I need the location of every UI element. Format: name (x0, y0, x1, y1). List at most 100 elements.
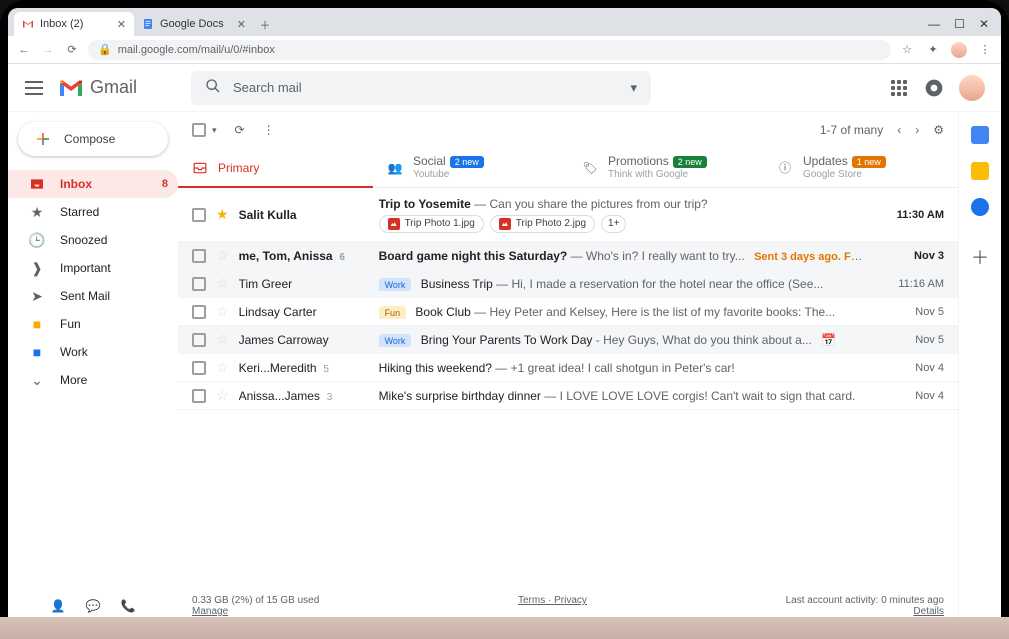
refresh-icon[interactable]: ⟳ (235, 123, 245, 137)
keep-addon-icon[interactable] (971, 162, 989, 180)
apps-grid-icon[interactable] (889, 78, 909, 98)
settings-gear-icon[interactable]: ⚙ (933, 123, 944, 137)
notifications-icon[interactable] (923, 77, 945, 99)
attachment-chip[interactable]: Trip Photo 1.jpg (379, 215, 484, 233)
details-link[interactable]: Details (913, 606, 944, 617)
maximize-icon[interactable]: ☐ (954, 17, 965, 31)
date: Nov 4 (878, 390, 944, 402)
star-bookmark-icon[interactable]: ☆ (899, 42, 915, 58)
next-page-icon[interactable]: › (915, 123, 919, 137)
mail-list: ★ Salit Kulla Trip to Yosemite — Can you… (178, 188, 958, 589)
row-checkbox[interactable] (192, 249, 206, 263)
sidebar-item-label: Sent Mail (60, 289, 110, 303)
reload-icon[interactable]: ⟳ (64, 42, 80, 58)
url-text: mail.google.com/mail/u/0/#inbox (118, 44, 275, 56)
star-icon[interactable]: ☆ (216, 247, 229, 264)
close-window-icon[interactable]: ✕ (979, 17, 989, 31)
sidebar-item-snoozed[interactable]: 🕒 Snoozed (8, 226, 178, 254)
sidebar-item-sent[interactable]: ➤ Sent Mail (8, 282, 178, 310)
profile-avatar-small[interactable] (951, 42, 967, 58)
chevron-down-icon[interactable]: ▾ (630, 80, 637, 96)
mail-row[interactable]: ☆ Anissa...James 3 Mike's surprise birth… (178, 382, 958, 410)
sidebar-item-inbox[interactable]: Inbox 8 (8, 170, 178, 198)
star-icon[interactable]: ☆ (216, 303, 229, 320)
sidebar-item-work[interactable]: ■ Work (8, 338, 178, 366)
tab-badge: 2 new (450, 156, 484, 168)
terms-link[interactable]: Terms (518, 595, 545, 606)
row-checkbox[interactable] (192, 277, 206, 291)
date: 11:30 AM (878, 209, 944, 221)
sidebar-item-starred[interactable]: ★ Starred (8, 198, 178, 226)
back-icon[interactable]: ← (16, 42, 32, 58)
gmail-logo[interactable]: Gmail (58, 77, 137, 98)
mail-row[interactable]: ☆ Keri...Meredith 5 Hiking this weekend?… (178, 354, 958, 382)
chevron-down-icon[interactable]: ▾ (212, 125, 217, 136)
storage-text: 0.33 GB (2%) of 15 GB used (192, 595, 319, 606)
browser-tab-inbox[interactable]: Inbox (2) ✕ (14, 12, 134, 36)
minimize-icon[interactable]: — (928, 17, 940, 31)
phone-icon[interactable]: 📞 (120, 599, 135, 613)
snippet: — Can you share the pictures from our tr… (471, 197, 708, 211)
star-icon[interactable]: ☆ (216, 387, 229, 404)
date: Nov 4 (878, 362, 944, 374)
mail-row[interactable]: ☆ James Carroway Work Bring Your Parents… (178, 326, 958, 354)
manage-storage-link[interactable]: Manage (192, 606, 228, 617)
browser-tab-docs[interactable]: Google Docs ✕ (134, 12, 254, 36)
mail-toolbar: ▾ ⟳ ⋮ 1-7 of many ‹ › ⚙ (178, 112, 958, 148)
hangouts-icon[interactable]: 💬 (86, 599, 101, 613)
row-checkbox[interactable] (192, 389, 206, 403)
more-actions-icon[interactable]: ⋮ (263, 123, 275, 137)
select-all-checkbox[interactable] (192, 123, 206, 137)
tab-social[interactable]: 👥 Social2 new Youtube (373, 148, 568, 187)
gmail-favicon (22, 18, 34, 30)
row-checkbox[interactable] (192, 305, 206, 319)
prev-page-icon[interactable]: ‹ (897, 123, 901, 137)
tasks-addon-icon[interactable] (971, 198, 989, 216)
tag-icon: 🏷 (582, 160, 598, 176)
attachment-chip[interactable]: Trip Photo 2.jpg (490, 215, 595, 233)
forward-icon[interactable]: → (40, 42, 56, 58)
mail-row[interactable]: ☆ Lindsay Carter Fun Book Club — Hey Pet… (178, 298, 958, 326)
get-addons-icon[interactable]: ＋ (971, 244, 989, 270)
contacts-icon[interactable]: 👤 (51, 599, 66, 613)
close-icon[interactable]: ✕ (237, 18, 246, 31)
mail-row[interactable]: ★ Salit Kulla Trip to Yosemite — Can you… (178, 188, 958, 242)
row-checkbox[interactable] (192, 361, 206, 375)
gmail-logo-icon (58, 78, 84, 98)
star-icon[interactable]: ★ (216, 206, 229, 223)
tab-primary[interactable]: Primary (178, 148, 373, 187)
new-tab-button[interactable]: ＋ (254, 14, 276, 36)
star-icon[interactable]: ☆ (216, 275, 229, 292)
row-checkbox[interactable] (192, 333, 206, 347)
category-label: Work (379, 278, 412, 291)
search-input[interactable]: Search mail ▾ (191, 71, 651, 105)
browser-tab-title: Google Docs (160, 18, 224, 30)
sidebar-item-important[interactable]: ❱ Important (8, 254, 178, 282)
sidebar-item-more[interactable]: ⌄ More (8, 366, 178, 394)
calendar-addon-icon[interactable] (971, 126, 989, 144)
compose-button[interactable]: Compose (18, 122, 168, 156)
inbox-icon (28, 176, 46, 192)
tab-badge: 1 new (852, 156, 886, 168)
sidebar-item-fun[interactable]: ■ Fun (8, 310, 178, 338)
privacy-link[interactable]: Privacy (554, 595, 587, 606)
tab-updates[interactable]: ⓘ Updates1 new Google Store (763, 148, 958, 187)
account-avatar[interactable] (959, 75, 985, 101)
category-label: Work (379, 334, 412, 347)
calendar-icon[interactable]: 📅 (821, 333, 836, 347)
star-icon[interactable]: ☆ (216, 359, 229, 376)
close-icon[interactable]: ✕ (117, 18, 126, 31)
mail-row[interactable]: ☆ me, Tom, Anissa 6 Board game night thi… (178, 242, 958, 270)
sender: Salit Kulla (239, 208, 369, 222)
main-menu-icon[interactable] (24, 78, 44, 98)
row-checkbox[interactable] (192, 208, 206, 222)
address-bar[interactable]: 🔒 mail.google.com/mail/u/0/#inbox (88, 40, 891, 60)
extensions-icon[interactable]: ✦ (925, 42, 941, 58)
nudge-text[interactable]: Sent 3 days ago. Follow up? (754, 251, 868, 263)
mail-row[interactable]: ☆ Tim Greer Work Business Trip — Hi, I m… (178, 270, 958, 298)
star-icon[interactable]: ☆ (216, 331, 229, 348)
browser-menu-icon[interactable]: ⋮ (977, 42, 993, 58)
attachment-more[interactable]: 1+ (601, 215, 626, 233)
gmail-header: Gmail Search mail ▾ (8, 64, 1001, 112)
tab-promotions[interactable]: 🏷 Promotions2 new Think with Google (568, 148, 763, 187)
